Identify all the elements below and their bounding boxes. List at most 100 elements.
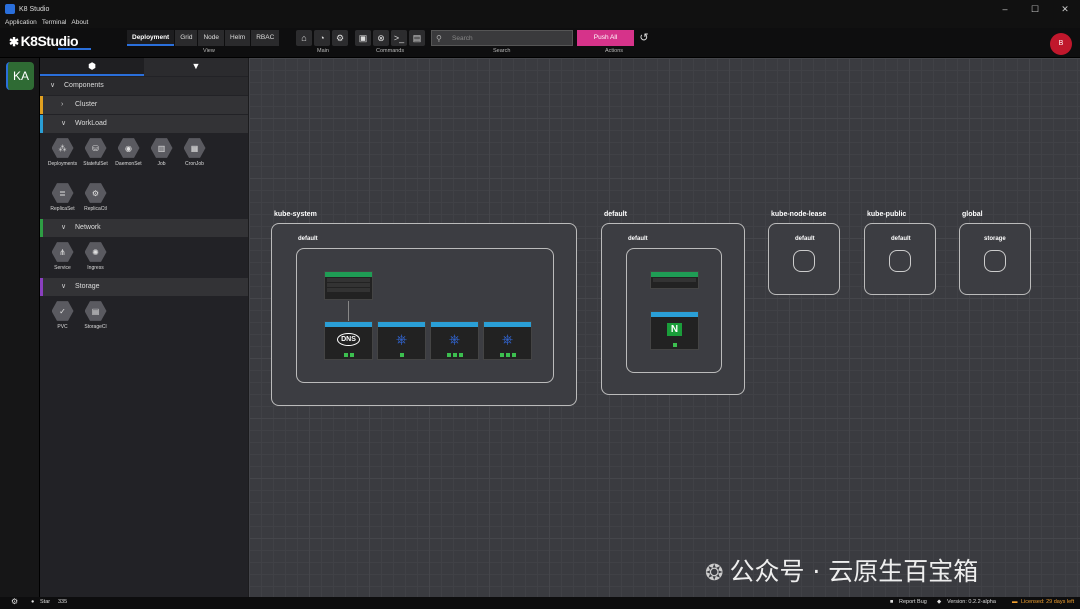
license-text: Licensed: 29 days left [1021, 599, 1075, 605]
palette-cronjob[interactable]: ▦ CronJob [178, 137, 211, 167]
chevron-down-icon: ∨ [50, 82, 56, 89]
cluster-icon[interactable]: ◔ [314, 30, 330, 46]
palette-service[interactable]: ⋔ Service [46, 241, 79, 271]
nginx-card[interactable]: N [650, 311, 699, 350]
nginx-icon: N [651, 317, 698, 341]
refresh-icon[interactable]: ↺ [636, 30, 652, 46]
workload-palette-row1: ⁂ Deployments ⛁ StatefulSet ◉ DaemonSet ▥ Jo… [46, 137, 211, 167]
tab-grid[interactable]: Grid [175, 30, 198, 46]
maximize-button[interactable]: ☐ [1020, 0, 1050, 18]
avatar[interactable]: B [1050, 33, 1072, 55]
tab-helm[interactable]: Helm [225, 30, 251, 46]
namespace-label: kube-node-lease [771, 211, 827, 218]
storageclass-icon: ▤ [84, 301, 107, 321]
cancel-icon[interactable]: ⊗ [373, 30, 389, 46]
commands-group-label: Commands [376, 48, 405, 54]
k8s-pod-card[interactable]: ⎈ [377, 321, 426, 360]
logo-underline [58, 48, 91, 50]
empty-namespace-icon [984, 250, 1006, 272]
report-bug-link[interactable]: Report Bug [899, 599, 927, 605]
home-icon[interactable]: ⌂ [296, 30, 312, 46]
section-cluster[interactable]: › Cluster [40, 96, 248, 114]
save-icon[interactable]: ▣ [355, 30, 371, 46]
inner-namespace-label: default [795, 236, 815, 242]
palette-statefulset[interactable]: ⛁ StatefulSet [79, 137, 112, 167]
palette-deployments[interactable]: ⁂ Deployments [46, 137, 79, 167]
namespace-kube-system[interactable]: default DNS ⎈ ⎈ ⎈ [271, 223, 577, 406]
empty-namespace-icon [889, 250, 911, 272]
namespace-kube-node-lease[interactable]: default [768, 223, 840, 295]
ingress-icon: ✺ [84, 242, 107, 262]
network-palette: ⋔ Service ✺ Ingress [46, 241, 112, 271]
settings-icon[interactable]: ⚙ [11, 597, 18, 606]
deployments-icon: ⁂ [51, 138, 74, 158]
cluster-badge[interactable]: KA [6, 62, 34, 90]
tab-deployment[interactable]: Deployment [127, 30, 175, 46]
palette-daemonset[interactable]: ◉ DaemonSet [112, 137, 145, 167]
connector-line [348, 301, 349, 321]
search-box[interactable]: ⚲ [431, 30, 573, 46]
section-components[interactable]: ∨ Components [40, 77, 248, 95]
chevron-down-icon: ∨ [61, 224, 67, 231]
menu-terminal[interactable]: Terminal [42, 18, 67, 28]
namespace-global[interactable]: storage [959, 223, 1031, 295]
coredns-card[interactable]: DNS [324, 321, 373, 360]
namespace-kube-public[interactable]: default [864, 223, 936, 295]
terminal-icon[interactable]: >_ [391, 30, 407, 46]
chevron-right-icon: › [61, 101, 64, 108]
license-icon: ▬ [1012, 599, 1018, 605]
palette-pvc[interactable]: ✓ PVC [46, 300, 79, 330]
close-button[interactable]: ✕ [1050, 0, 1080, 18]
components-sidebar: ⬢ ▼ ∨ Components › Cluster ∨ WorkLoad ⁂ Depl… [40, 58, 248, 597]
pvc-icon: ✓ [51, 301, 74, 321]
kubernetes-icon: ⎈ [395, 330, 408, 347]
daemonset-icon: ◉ [117, 138, 140, 158]
namespace-label: kube-system [274, 211, 317, 218]
deployment-canvas[interactable]: kube-system default DNS ⎈ ⎈ ⎈ default de… [249, 58, 1080, 597]
actions-group-label: Actions [605, 48, 624, 54]
menu-about[interactable]: About [71, 18, 88, 28]
search-input[interactable] [452, 34, 572, 42]
gear-icon[interactable]: ⚙ [332, 30, 348, 46]
palette-ingress[interactable]: ✺ Ingress [79, 241, 112, 271]
k8s-pod-card[interactable]: ⎈ [483, 321, 532, 360]
namespace-default[interactable]: default N [601, 223, 745, 395]
tab-components[interactable]: ⬢ [40, 58, 144, 76]
window-title: K8 Studio [19, 5, 50, 13]
search-icon: ⚲ [436, 33, 442, 43]
minimize-button[interactable]: – [990, 0, 1020, 18]
inner-namespace-box[interactable]: N [626, 248, 722, 373]
palette-storageclass[interactable]: ▤ StorageCl [79, 300, 112, 330]
filter-icon: ▼ [191, 61, 201, 71]
palette-replicactl[interactable]: ⚙ ReplicaCtl [79, 182, 112, 212]
palette-replicaset[interactable]: ≣ ReplicaSet [46, 182, 79, 212]
statefulset-icon: ⛁ [84, 138, 107, 158]
tab-node[interactable]: Node [198, 30, 225, 46]
section-network[interactable]: ∨ Network [40, 219, 248, 237]
tab-rbac[interactable]: RBAC [251, 30, 280, 46]
inner-namespace-box[interactable]: DNS ⎈ ⎈ ⎈ [296, 248, 554, 383]
version-text: Version: 0.2.2-alpha [947, 599, 996, 605]
deployment-card[interactable] [324, 271, 373, 300]
sidebar-tabs: ⬢ ▼ [40, 58, 248, 76]
k8s-pod-card[interactable]: ⎈ [430, 321, 479, 360]
star-label[interactable]: Star [40, 599, 50, 605]
dns-icon: DNS [325, 327, 372, 351]
menu-application[interactable]: Application [5, 18, 37, 28]
star-count: 335 [58, 599, 68, 605]
deployment-card[interactable] [650, 271, 699, 289]
replicaset-icon: ≣ [51, 183, 74, 203]
section-storage[interactable]: ∨ Storage [40, 278, 248, 296]
github-icon: ● [31, 599, 35, 605]
app-logo: ✱ K8Studio [9, 33, 79, 49]
section-workload[interactable]: ∨ WorkLoad [40, 115, 248, 133]
tab-filter[interactable]: ▼ [144, 58, 248, 76]
inner-namespace-label: default [628, 236, 648, 242]
wechat-icon: ❂ [705, 561, 724, 586]
logs-icon[interactable]: ▤ [409, 30, 425, 46]
version-icon: ◆ [937, 599, 942, 605]
palette-job[interactable]: ▥ Job [145, 137, 178, 167]
inner-namespace-label: default [891, 236, 911, 242]
chevron-down-icon: ∨ [61, 283, 67, 290]
push-all-button[interactable]: Push All [577, 30, 634, 46]
